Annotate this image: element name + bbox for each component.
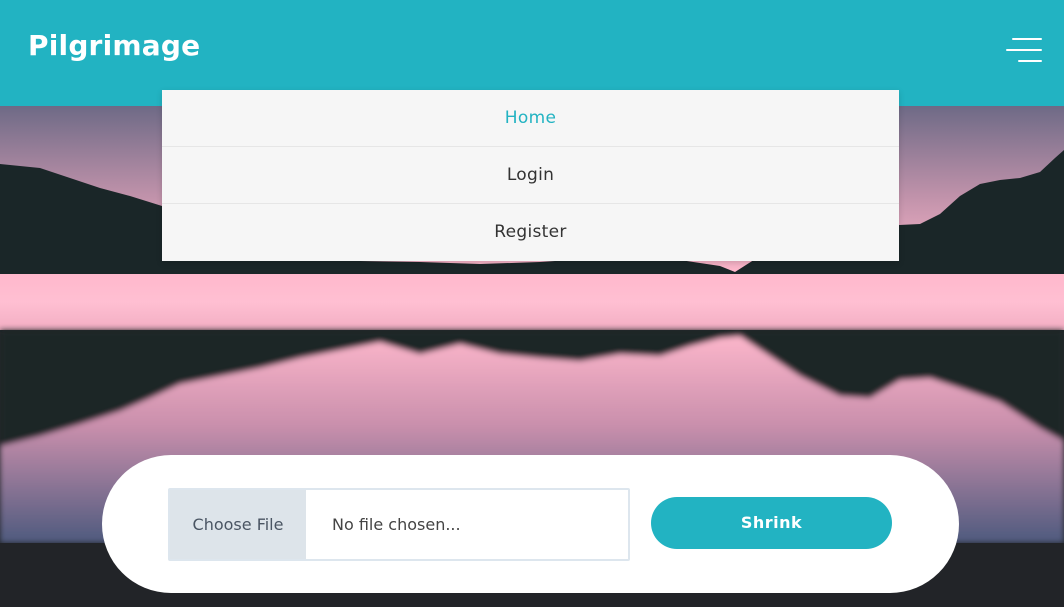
choose-file-button[interactable]: Choose File	[170, 490, 306, 559]
shrink-button[interactable]: Shrink	[651, 497, 892, 549]
upload-form: Choose File No file chosen... Shrink	[102, 455, 959, 593]
file-input[interactable]: Choose File No file chosen...	[168, 488, 630, 561]
nav-item-register[interactable]: Register	[162, 204, 899, 261]
nav-item-login[interactable]: Login	[162, 147, 899, 204]
hamburger-line	[1018, 60, 1042, 62]
file-status-text: No file chosen...	[332, 515, 461, 534]
dropdown-nav-menu: Home Login Register	[162, 90, 899, 261]
horizon-glow	[0, 274, 1064, 330]
hamburger-line	[1012, 38, 1042, 40]
brand-logo[interactable]: Pilgrimage	[28, 29, 200, 62]
hamburger-line	[1006, 49, 1042, 51]
nav-item-home[interactable]: Home	[162, 90, 899, 147]
hamburger-menu-icon[interactable]	[1006, 36, 1042, 64]
